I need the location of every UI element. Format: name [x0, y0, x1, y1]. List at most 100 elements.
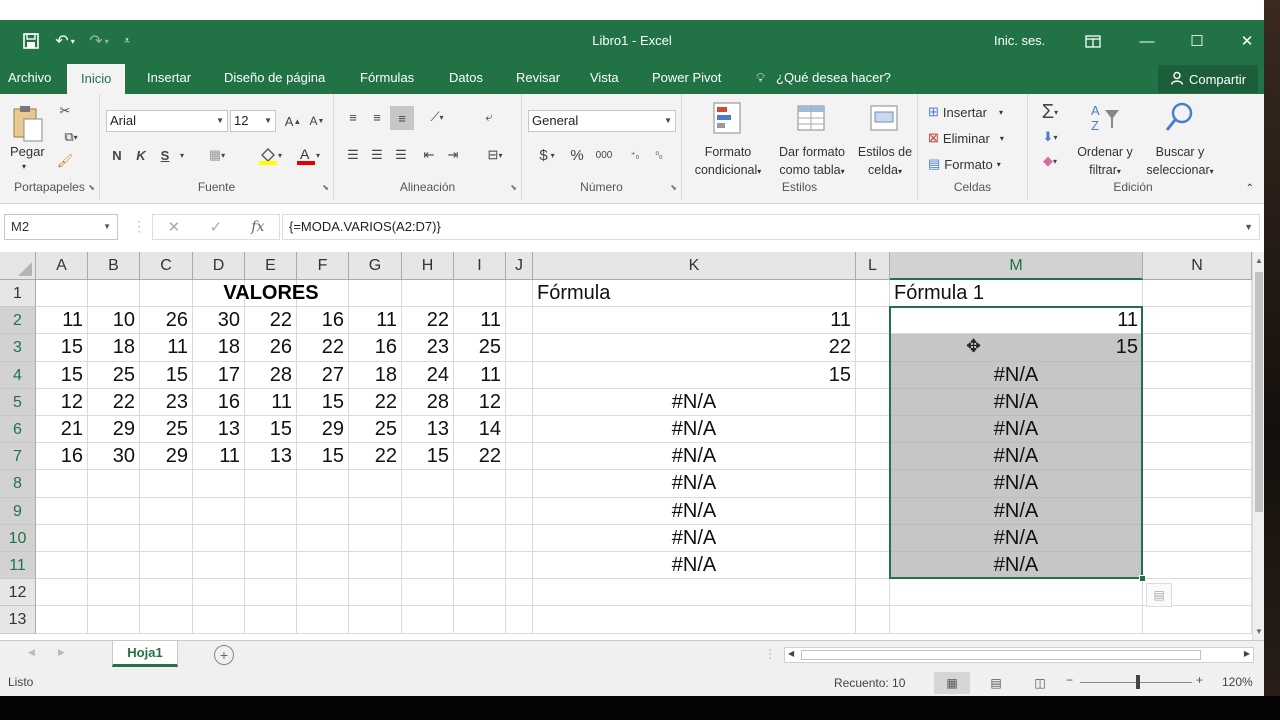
cell-b3[interactable]: 18	[88, 334, 140, 362]
cell-j9[interactable]	[506, 497, 533, 525]
merge-center-icon[interactable]: ⊟ ▾	[478, 144, 512, 166]
cell-k6[interactable]: #N/A	[533, 416, 856, 444]
cell-j8[interactable]	[506, 470, 533, 498]
paste-icon[interactable]	[8, 104, 46, 144]
cancel-icon[interactable]: ✕	[168, 218, 181, 236]
cell-b2[interactable]: 10	[88, 307, 140, 335]
cell-k2[interactable]: 11	[533, 307, 856, 335]
cell-c8[interactable]	[140, 470, 193, 498]
cell-m6[interactable]: #N/A	[890, 416, 1143, 444]
row-header-5[interactable]: 5	[0, 388, 36, 416]
cell-a5[interactable]: 12	[36, 388, 88, 416]
cell-d12[interactable]	[193, 579, 245, 607]
cell-g2[interactable]: 11	[349, 307, 402, 335]
column-header-j[interactable]: J	[506, 252, 533, 280]
cell-g4[interactable]: 18	[349, 361, 402, 389]
column-header-k[interactable]: K	[533, 252, 856, 280]
cell-e6[interactable]: 15	[245, 416, 297, 444]
scroll-down-icon[interactable]: ▼	[1255, 627, 1263, 636]
cell-b7[interactable]: 30	[88, 443, 140, 471]
row-header-13[interactable]: 13	[0, 606, 36, 634]
cell-j2[interactable]	[506, 307, 533, 335]
cell-l6[interactable]	[856, 416, 890, 444]
scroll-left-icon[interactable]: ◀	[788, 649, 794, 658]
cell-n2[interactable]	[1143, 307, 1252, 335]
cell-i2[interactable]: 11	[454, 307, 506, 335]
cell-j6[interactable]	[506, 416, 533, 444]
row-header-3[interactable]: 3	[0, 334, 36, 362]
cell-n9[interactable]	[1143, 497, 1252, 525]
font-name-select[interactable]: Arial ▼	[106, 110, 228, 132]
cell-c11[interactable]	[140, 552, 193, 580]
align-center-icon[interactable]: ☰	[366, 144, 388, 166]
name-box[interactable]: M2 ▼	[4, 214, 118, 240]
font-color-icon[interactable]: A ▾	[290, 144, 326, 166]
cell-m7[interactable]: #N/A	[890, 443, 1143, 471]
cell-e9[interactable]	[245, 497, 297, 525]
cell-l3[interactable]	[856, 334, 890, 362]
cell-i5[interactable]: 12	[454, 388, 506, 416]
page-break-view-icon[interactable]: ◫	[1028, 672, 1052, 694]
cell-j13[interactable]	[506, 606, 533, 634]
cell-e11[interactable]	[245, 552, 297, 580]
align-left-icon[interactable]: ☰	[342, 144, 364, 166]
align-top-icon[interactable]: ≡	[342, 106, 364, 128]
vertical-scrollbar[interactable]: ▲ ▼	[1252, 252, 1264, 640]
tell-me-search[interactable]: ¿Qué desea hacer?	[776, 62, 891, 94]
cell-c12[interactable]	[140, 579, 193, 607]
cell-n7[interactable]	[1143, 443, 1252, 471]
cell-e12[interactable]	[245, 579, 297, 607]
cell-i12[interactable]	[454, 579, 506, 607]
cell-a10[interactable]	[36, 524, 88, 552]
cell-d3[interactable]: 18	[193, 334, 245, 362]
vertical-scroll-thumb[interactable]	[1255, 272, 1263, 512]
cell-i4[interactable]: 11	[454, 361, 506, 389]
cell-m2[interactable]: 11	[890, 307, 1143, 335]
column-header-i[interactable]: I	[454, 252, 506, 280]
column-header-e[interactable]: E	[245, 252, 297, 280]
share-button[interactable]: Compartir	[1158, 65, 1258, 93]
cell-c5[interactable]: 23	[140, 388, 193, 416]
cell-m10[interactable]: #N/A	[890, 524, 1143, 552]
cell-n8[interactable]	[1143, 470, 1252, 498]
scroll-up-icon[interactable]: ▲	[1255, 256, 1263, 265]
cell-n13[interactable]	[1143, 606, 1252, 634]
cell-d9[interactable]	[193, 497, 245, 525]
column-header-g[interactable]: G	[349, 252, 402, 280]
cell-g12[interactable]	[349, 579, 402, 607]
cell-m11[interactable]: #N/A	[890, 552, 1143, 580]
number-format-select[interactable]: General ▼	[528, 110, 676, 132]
paste-label[interactable]: Pegar	[10, 144, 45, 159]
tab-formulas[interactable]: Fórmulas	[360, 62, 414, 94]
cell-j4[interactable]	[506, 361, 533, 389]
increase-indent-icon[interactable]: ⇥	[442, 144, 464, 166]
cell-n4[interactable]	[1143, 361, 1252, 389]
percent-button[interactable]: %	[568, 144, 586, 166]
cell-d8[interactable]	[193, 470, 245, 498]
cell-g9[interactable]	[349, 497, 402, 525]
cell-f2[interactable]: 16	[297, 307, 349, 335]
cell-c7[interactable]: 29	[140, 443, 193, 471]
autosum-icon[interactable]: Σ ▾	[1032, 100, 1068, 124]
formula-input[interactable]: {=MODA.VARIOS(A2:D7)} ▼	[282, 214, 1260, 240]
cell-a2[interactable]: 11	[36, 307, 88, 335]
cell-m12[interactable]	[890, 579, 1143, 607]
prev-sheet-icon[interactable]: ◀	[28, 647, 35, 658]
cell-l5[interactable]	[856, 388, 890, 416]
fill-handle[interactable]	[1139, 575, 1146, 583]
horizontal-scroll-thumb[interactable]	[801, 650, 1201, 660]
cell-a9[interactable]	[36, 497, 88, 525]
increase-decimal-icon[interactable]: ⁺₀	[624, 144, 646, 166]
cell-c3[interactable]: 11	[140, 334, 193, 362]
cell-a11[interactable]	[36, 552, 88, 580]
cell-d10[interactable]	[193, 524, 245, 552]
cell-a7[interactable]: 16	[36, 443, 88, 471]
cell-g8[interactable]	[349, 470, 402, 498]
cell-f8[interactable]	[297, 470, 349, 498]
align-bottom-icon[interactable]: ≡	[390, 106, 414, 130]
cell-c4[interactable]: 15	[140, 361, 193, 389]
cell-e4[interactable]: 28	[245, 361, 297, 389]
row-header-2[interactable]: 2	[0, 307, 36, 335]
row-header-1[interactable]: 1	[0, 280, 36, 308]
minimize-icon[interactable]: —	[1122, 20, 1172, 62]
